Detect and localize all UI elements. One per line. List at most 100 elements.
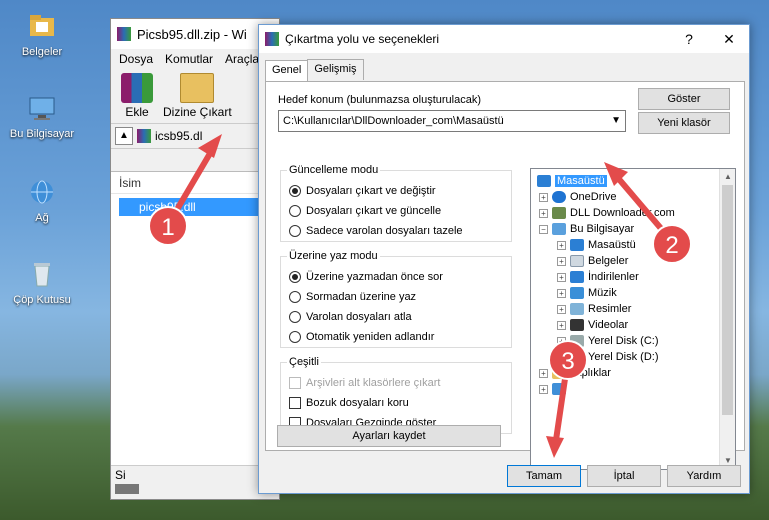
pictures-icon [570,303,584,315]
radio[interactable] [289,331,301,343]
tree-scrollbar[interactable]: ▲ ▼ [719,169,735,469]
desktop-icon-documents[interactable]: Belgeler [6,10,78,58]
tab-general[interactable]: Genel [265,60,309,81]
archive-add-icon [121,73,153,103]
tree-node-label: Masaüstü [555,175,607,187]
winrar-titlebar: Picsb95.dll.zip - Wi [111,19,279,49]
checkbox[interactable] [289,397,301,409]
update-mode-group: Güncelleme modu Dosyaları çıkart ve deği… [280,164,512,242]
show-button[interactable]: Göster [638,88,730,110]
column-header-name[interactable]: İsim [111,172,279,194]
tree-node-this-pc[interactable]: − Bu Bilgisayar [539,221,634,237]
tree-node-label: Belgeler [588,255,629,267]
radio[interactable] [289,205,301,217]
expand-icon[interactable]: + [539,208,548,218]
radio-selected[interactable] [289,271,301,283]
extract-to-button[interactable]: Dizine Çıkart [163,73,232,119]
overwrite-mode-group: Üzerine yaz modu Üzerine yazmadan önce s… [280,250,512,348]
misc-legend: Çeşitli [289,356,319,368]
overwrite-option-2[interactable]: Sormadan üzerine yaz [289,288,416,306]
expand-icon[interactable]: + [557,304,566,314]
tree-node-videos[interactable]: + Videolar [557,317,628,333]
tree-node-onedrive[interactable]: + OneDrive [539,189,616,205]
cancel-button[interactable]: İptal [587,465,661,487]
desktop-icon-label: Ağ [35,212,49,224]
file-row[interactable]: picsb95.dll [119,198,271,216]
tree-node-label: Müzik [588,287,617,299]
help-text-button[interactable]: Yardım [667,465,741,487]
tree-node-pictures[interactable]: + Resimler [557,301,631,317]
menu-item-file[interactable]: Dosya [119,52,153,66]
collapse-icon[interactable]: − [539,224,548,234]
radio-selected[interactable] [289,185,301,197]
expand-icon[interactable]: + [557,240,566,250]
overwrite-option-3[interactable]: Varolan dosyaları atla [289,308,412,326]
target-path-combo[interactable]: C:\Kullanıcılar\DllDownloader_com\Masaüs… [278,110,626,132]
overwrite-option-1[interactable]: Üzerine yazmadan önce sor [289,268,443,286]
expand-icon[interactable]: + [557,272,566,282]
tree-node-network[interactable]: +Ağ [539,381,566,397]
winrar-title: Picsb95.dll.zip - Wi [137,26,247,42]
help-button[interactable]: ? [669,31,709,47]
tree-node-label: İndirilenler [588,271,639,283]
tree-node-desktop-root[interactable]: Masaüstü [537,173,607,189]
menu-item-commands[interactable]: Komutlar [165,52,213,66]
tree-node-documents[interactable]: + Belgeler [557,253,628,269]
tab-advanced[interactable]: Gelişmiş [307,59,364,80]
update-mode-option-3[interactable]: Sadece varolan dosyaları tazele [289,222,463,240]
new-folder-button[interactable]: Yeni klasör [638,112,730,134]
misc-group: Çeşitli Arşivleri alt klasörlere çıkart … [280,356,512,434]
music-icon [570,287,584,299]
recycle-bin-icon [26,258,58,290]
desktop-icon-this-pc[interactable]: Bu Bilgisayar [6,92,78,140]
option-label: Sadece varolan dosyaları tazele [306,225,463,237]
desktop-icon-network[interactable]: Ağ [6,176,78,224]
tree-node-label: DLL Downloader.com [570,207,675,219]
misc-option-keep-broken[interactable]: Bozuk dosyaları koru [289,394,409,412]
update-mode-option-2[interactable]: Dosyaları çıkart ve güncelle [289,202,441,220]
expand-icon[interactable]: + [539,384,548,394]
target-label: Hedef konum (bulunmazsa oluşturulacak) [278,94,481,106]
tree-node-user[interactable]: + DLL Downloader.com [539,205,675,221]
tree-node-downloads[interactable]: + İndirilenler [557,269,639,285]
scroll-up-icon[interactable]: ▲ [720,169,735,185]
radio[interactable] [289,225,301,237]
tree-node-label: Yerel Disk (C:) [588,335,659,347]
radio[interactable] [289,291,301,303]
network-icon [552,383,566,395]
tree-node-music[interactable]: + Müzik [557,285,617,301]
update-mode-option-1[interactable]: Dosyaları çıkart ve değiştir [289,182,436,200]
save-settings-button[interactable]: Ayarları kaydet [277,425,501,447]
up-folder-icon[interactable]: ▲ [115,127,133,145]
menu-item-tools[interactable]: Araçla [225,52,259,66]
desktop-icon-recycle-bin[interactable]: Çöp Kutusu [6,258,78,306]
tree-node-label: Bu Bilgisayar [570,223,635,235]
expand-icon[interactable]: + [539,368,548,378]
option-label: Arşivleri alt klasörlere çıkart [306,377,441,389]
tree-node-pc-desktop[interactable]: + Masaüstü [557,237,636,253]
ok-button[interactable]: Tamam [507,465,581,487]
option-label: Varolan dosyaları atla [306,311,412,323]
expand-icon[interactable]: + [557,288,566,298]
extract-to-label: Dizine Çıkart [163,105,232,119]
expand-icon[interactable]: + [557,320,566,330]
dialog-title: Çıkartma yolu ve seçenekleri [285,32,440,46]
desktop-icon-label: Çöp Kutusu [13,294,71,306]
radio[interactable] [289,311,301,323]
videos-icon [570,319,584,331]
expand-icon[interactable]: + [539,192,548,202]
chevron-down-icon[interactable]: ▼ [611,111,621,131]
folder-tree[interactable]: Masaüstü + OneDrive + DLL Downloader.com −… [530,168,736,470]
scroll-thumb[interactable] [722,185,733,415]
desktop-icon-label: Bu Bilgisayar [9,128,75,140]
option-label: Sormadan üzerine yaz [306,291,417,303]
overwrite-mode-legend: Üzerine yaz modu [289,250,378,262]
close-button[interactable]: ✕ [709,31,749,48]
step-badge-3: 3 [548,340,588,380]
address-path[interactable]: icsb95.dl [155,129,202,143]
extract-folder-icon [180,73,215,103]
add-button[interactable]: Ekle [121,73,153,119]
overwrite-option-4[interactable]: Otomatik yeniden adlandır [289,328,434,346]
option-label: Üzerine yazmadan önce sor [306,271,443,283]
expand-icon[interactable]: + [557,256,566,266]
